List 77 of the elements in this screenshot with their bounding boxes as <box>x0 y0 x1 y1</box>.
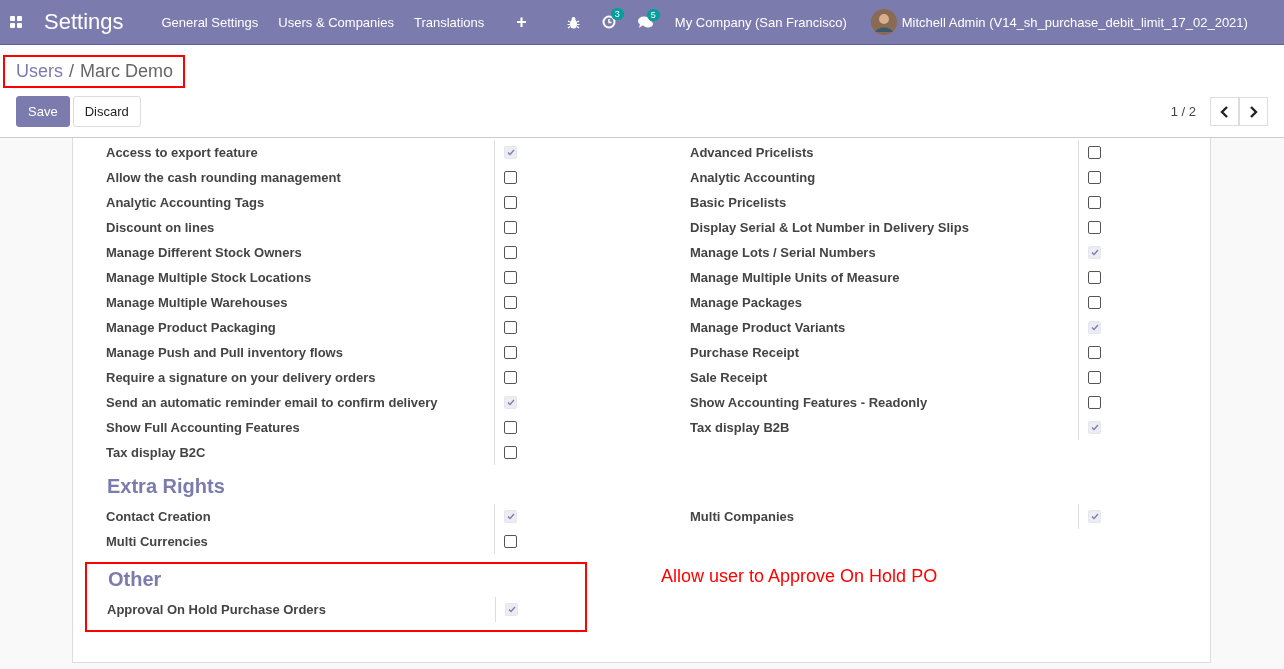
checkbox[interactable] <box>504 296 517 309</box>
field-label: Manage Multiple Units of Measure <box>690 270 901 285</box>
checkbox[interactable] <box>1088 396 1101 409</box>
field-label: Basic Pricelists <box>690 195 788 210</box>
breadcrumb-link[interactable]: Users <box>16 61 63 82</box>
bug-icon[interactable] <box>566 15 580 29</box>
field-label: Purchase Receipt <box>690 345 801 360</box>
field-label: Allow the cash rounding management <box>106 170 342 185</box>
field-label: Tax display B2B <box>690 420 791 435</box>
checkbox[interactable] <box>504 196 517 209</box>
user-menu[interactable]: Mitchell Admin (V14_sh_purchase_debit_limit_17_02_2021) <box>901 14 1248 30</box>
clock-icon[interactable] <box>601 15 616 29</box>
field-label: Show Accounting Features - Readonly <box>690 395 929 410</box>
checkbox[interactable] <box>1088 271 1101 284</box>
notification-badge: 5 <box>646 8 660 21</box>
breadcrumb-current: Marc Demo <box>80 61 174 82</box>
checkbox[interactable] <box>504 246 517 259</box>
breadcrumb-separator: / <box>69 61 75 82</box>
field-label: Manage Different Stock Owners <box>106 245 303 260</box>
menu-item[interactable]: General Settings <box>161 14 259 30</box>
avatar[interactable] <box>870 9 897 35</box>
field-label: Display Serial & Lot Number in Delivery Slips <box>690 220 970 235</box>
add-button[interactable]: + <box>516 11 527 33</box>
field-label: Manage Product Packaging <box>106 320 277 335</box>
save-button[interactable]: Save <box>16 96 70 127</box>
field-label: Manage Product Variants <box>690 320 847 335</box>
field-label: Manage Push and Pull inventory flows <box>106 345 344 360</box>
field-label: Tax display B2C <box>106 445 207 460</box>
apps-icon[interactable] <box>10 16 22 28</box>
previous-button[interactable] <box>1210 97 1239 126</box>
field-label: Sale Receipt <box>690 370 769 385</box>
company-switcher[interactable]: My Company (San Francisco) <box>674 14 847 30</box>
checkbox[interactable] <box>504 171 517 184</box>
section-title: Extra Rights <box>107 475 226 498</box>
checkbox[interactable] <box>504 371 517 384</box>
notification-badge: 3 <box>610 8 624 20</box>
checkbox[interactable] <box>504 535 517 548</box>
field-label: Manage Multiple Stock Locations <box>106 270 313 285</box>
checkbox[interactable] <box>504 421 517 434</box>
field-label: Manage Packages <box>690 295 803 310</box>
checkbox[interactable] <box>1088 346 1101 359</box>
checkbox[interactable] <box>1088 171 1101 184</box>
checkbox[interactable] <box>1088 221 1101 234</box>
field-label: Manage Multiple Warehouses <box>106 295 289 310</box>
field-label: Show Full Accounting Features <box>106 420 301 435</box>
chevron-left-icon <box>1220 105 1229 118</box>
field-label: Contact Creation <box>106 509 212 524</box>
checkbox[interactable] <box>504 346 517 359</box>
menu-item[interactable]: Translations <box>413 14 485 30</box>
checkbox[interactable] <box>1088 371 1101 384</box>
field-label: Advanced Pricelists <box>690 145 815 160</box>
field-label: Analytic Accounting <box>690 170 817 185</box>
discard-button[interactable]: Discard <box>72 96 141 127</box>
next-button[interactable] <box>1239 97 1268 126</box>
pager-counter: 1 / 2 <box>1170 104 1196 119</box>
chevron-right-icon <box>1249 105 1258 118</box>
chat-icon[interactable] <box>637 15 653 29</box>
field-label: Analytic Accounting Tags <box>106 195 266 210</box>
checkbox[interactable] <box>1088 296 1101 309</box>
annotation-text: Allow user to Approve On Hold PO <box>661 566 938 587</box>
checkbox[interactable] <box>1088 146 1101 159</box>
field-label: Require a signature on your delivery orders <box>106 370 377 385</box>
checkbox[interactable] <box>504 446 517 459</box>
field-label: Manage Lots / Serial Numbers <box>690 245 877 260</box>
field-label: Send an automatic reminder email to confirm delivery <box>106 395 439 410</box>
field-label: Multi Companies <box>690 509 795 524</box>
field-label: Multi Currencies <box>106 534 209 549</box>
field-label: Approval On Hold Purchase Orders <box>107 602 327 617</box>
field-label: Discount on lines <box>106 220 216 235</box>
checkbox[interactable] <box>504 221 517 234</box>
checkbox[interactable] <box>504 271 517 284</box>
section-title: Other <box>108 568 163 591</box>
menu-item[interactable]: Users & Companies <box>278 14 394 30</box>
field-label: Access to export feature <box>106 145 259 160</box>
checkbox[interactable] <box>1088 196 1101 209</box>
app-title: Settings <box>44 9 124 35</box>
checkbox[interactable] <box>504 321 517 334</box>
